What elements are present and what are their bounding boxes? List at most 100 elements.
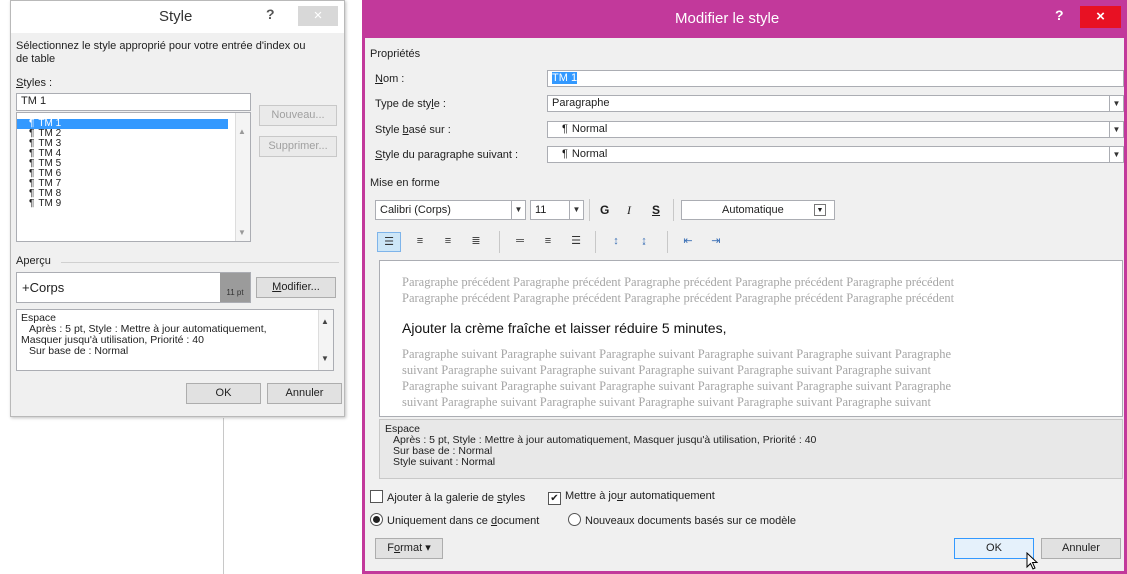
increase-indent-button[interactable]: ⇥ [705,231,727,253]
toolbar-separator [595,231,596,253]
desc-line: Sur base de : Normal [29,345,129,357]
preview-divider [61,262,339,263]
one-half-spacing-button[interactable]: ≡ [537,231,559,253]
modify-dialog-title: Modifier le style [675,10,780,27]
align-right-icon: ≡ [444,235,452,247]
help-button[interactable]: ? [266,6,275,22]
add-gallery-checkbox[interactable] [370,490,383,503]
font-color-select[interactable]: Automatique ▼ [681,200,835,220]
auto-update-checkbox[interactable]: ✔ [548,492,561,505]
italic-button[interactable]: I [627,203,631,218]
new-documents-option[interactable]: Nouveaux documents basés sur ce modèle [568,513,796,527]
justify-icon: ≣ [471,235,481,247]
close-icon: × [313,7,323,24]
only-document-option[interactable]: Uniquement dans ce document [370,513,539,527]
styles-list[interactable]: ¶ TM 1 ¶ TM 2 ¶ TM 3 ¶ TM 4 ¶ TM 5 ¶ TM 6 ¶ TM 7 ¶ TM 8… [16,112,251,242]
chevron-down-icon: ▼ [814,204,826,216]
toolbar-separator [589,199,590,221]
new-style-button[interactable]: Nouveau... [259,105,337,126]
justify-button[interactable]: ≣ [465,231,487,253]
style-list-item[interactable]: ¶ TM 9 [17,199,250,209]
ok-button[interactable]: OK [954,538,1034,559]
chevron-down-icon: ▼ [1109,96,1123,111]
desc-line: Après : 5 pt, Style : Mettre à jour auto… [393,434,817,446]
styles-input[interactable]: TM 1 [16,93,251,111]
space-after-button[interactable]: ↨ [633,231,655,253]
style-description: Espace Après : 5 pt, Style : Mettre à jo… [379,419,1123,479]
double-spacing-button[interactable]: ☰ [565,231,587,253]
format-label: Mise en forme [370,177,440,189]
align-right-button[interactable]: ≡ [437,231,459,253]
preview-size-badge: 11 pt [220,273,250,302]
style-type-select[interactable]: Paragraphe ▼ [547,95,1124,112]
styles-label: Styles : [16,77,53,89]
preview-next-line: suivant Paragraphe suivant Paragraphe su… [402,395,931,409]
style-dialog-titlebar: Style ? × [11,1,344,33]
help-button[interactable]: ? [1055,7,1064,23]
cancel-button[interactable]: Annuler [267,383,342,404]
preview-next-line: suivant Paragraphe suivant Paragraphe su… [402,363,931,377]
properties-label: Propriétés [370,48,421,60]
next-value: Normal [571,148,608,160]
chevron-down-icon: ▼ [1109,147,1123,162]
underline-button[interactable]: S [652,203,660,217]
line-spacing-half-icon: ≡ [544,235,552,247]
scroll-up-icon[interactable]: ▲ [238,127,246,136]
based-on-select[interactable]: ¶ Normal ▼ [547,121,1124,138]
font-value: Calibri (Corps) [380,204,451,216]
size-value: 11 [535,204,547,216]
align-center-button[interactable]: ≡ [409,231,431,253]
line-spacing-single-icon: ═ [516,235,524,247]
preview-font-text: +Corps [22,280,65,295]
new-docs-label: Nouveaux documents basés sur ce modèle [585,515,796,527]
only-document-radio[interactable] [370,513,383,526]
scroll-up-icon[interactable]: ▲ [321,316,329,327]
close-button[interactable]: × [298,6,338,26]
ok-button[interactable]: OK [186,383,261,404]
preview-label: Aperçu [16,255,51,267]
chevron-down-icon: ▼ [1109,122,1123,137]
preview-previous-line: Paragraphe précédent Paragraphe précéden… [402,275,955,289]
chevron-down-icon: ▼ [569,201,583,219]
size-select[interactable]: 11 ▼ [530,200,584,220]
modify-button[interactable]: Modifier... [256,277,336,298]
scroll-down-icon[interactable]: ▼ [321,353,329,364]
next-label: Style du paragraphe suivant : [375,149,519,161]
delete-style-button[interactable]: Supprimer... [259,136,337,157]
instructions-text: Sélectionnez le style approprié pour vot… [16,40,306,65]
close-button[interactable]: × [1080,6,1121,28]
align-left-button[interactable]: ☰ [377,232,401,252]
add-gallery-option[interactable]: Ajouter à la galerie de styles [370,490,525,504]
type-value: Paragraphe [552,97,610,109]
style-item-label: TM 9 [38,198,62,209]
auto-update-option[interactable]: ✔ Mettre à jour automatiquement [548,490,715,505]
style-preview-pane: Paragraphe précédent Paragraphe précéden… [379,260,1123,417]
bold-button[interactable]: G [600,203,609,217]
cancel-button[interactable]: Annuler [1041,538,1121,559]
close-icon: × [1096,8,1105,25]
pilcrow-icon: ¶ [562,148,568,160]
style-description: Espace Après : 5 pt, Style : Mettre à jo… [16,309,334,371]
toolbar-separator [667,231,668,253]
name-input[interactable]: TM 1 [547,70,1124,87]
color-value: Automatique [722,204,784,216]
description-scrollbar[interactable]: ▲ ▼ [318,310,333,370]
preview-previous-line: Paragraphe précédent Paragraphe précéden… [402,291,955,305]
scroll-down-icon[interactable]: ▼ [238,228,246,237]
type-label: Type de style : [375,98,446,110]
single-spacing-button[interactable]: ═ [509,231,531,253]
next-style-select[interactable]: ¶ Normal ▼ [547,146,1124,163]
space-before-button[interactable]: ↕ [605,231,627,253]
decrease-indent-icon: ⇤ [683,235,693,247]
new-documents-radio[interactable] [568,513,581,526]
format-button[interactable]: Format ▾ [375,538,443,559]
desc-line: Style suivant : Normal [393,456,496,468]
styles-list-scrollbar[interactable]: ▲ ▼ [235,113,250,241]
name-value: TM 1 [552,72,578,84]
based-label: Style basé sur : [375,124,451,136]
style-dialog-title: Style [159,8,193,25]
preview-next-line: Paragraphe suivant Paragraphe suivant Pa… [402,379,952,393]
name-label: Nom : [375,73,405,85]
font-select[interactable]: Calibri (Corps) ▼ [375,200,526,220]
decrease-indent-button[interactable]: ⇤ [677,231,699,253]
